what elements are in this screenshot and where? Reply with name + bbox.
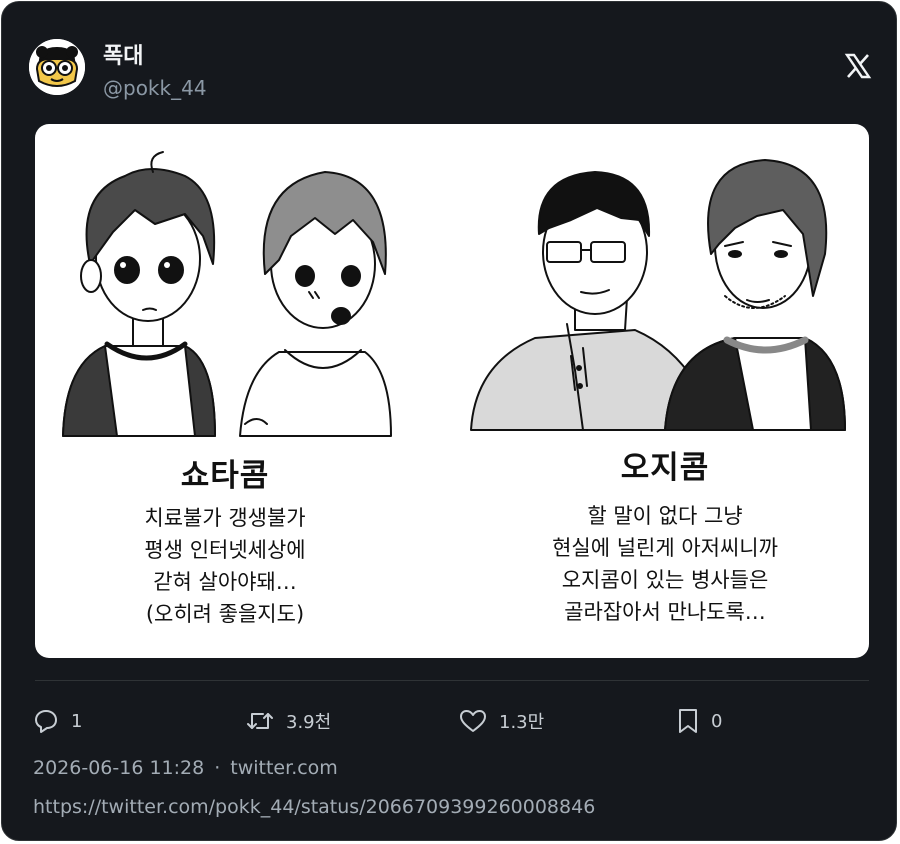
reply-count: 1 [71, 710, 83, 732]
like-button[interactable]: 1.3만 [459, 706, 544, 736]
comic-image[interactable]: 쇼타콤 치료불가 갱생불가 평생 인터넷세상에 갇혀 살아야돼… (오히려 좋을… [35, 124, 869, 658]
left-caption-line: 평생 인터넷세상에 [144, 538, 306, 562]
source-link[interactable]: twitter.com [230, 757, 338, 779]
bookmark-count: 0 [711, 710, 723, 732]
author-handle[interactable]: @pokk_44 [103, 76, 207, 100]
author-name[interactable]: 폭대 [103, 38, 143, 70]
left-caption-title: 쇼타콤 [180, 458, 270, 494]
right-caption-line: 골라잡아서 만나도록… [564, 600, 766, 624]
retweet-button[interactable]: 3.9천 [246, 706, 331, 736]
tweet-meta: 2026-06-16 11:28 · twitter.com [33, 757, 348, 779]
retweet-count: 3.9천 [286, 712, 332, 733]
left-caption-line: (오히려 좋을지도) [145, 602, 305, 626]
bookmark-button[interactable]: 0 [677, 706, 722, 736]
timestamp[interactable]: 2026-06-16 11:28 [33, 757, 204, 779]
left-caption-line: 갇혀 살아야돼… [153, 570, 297, 594]
retweet-icon [247, 713, 273, 729]
right-caption-title: 오지콤 [620, 450, 710, 486]
x-logo-icon[interactable] [844, 52, 872, 80]
like-count: 1.3만 [499, 712, 545, 733]
heart-icon [460, 710, 486, 732]
bookmark-icon [679, 709, 697, 733]
meta-separator: · [214, 757, 221, 779]
cartoon-avatar-icon [29, 39, 85, 95]
left-caption-lines: 치료불가 갱생불가 평생 인터넷세상에 갇혀 살아야돼… (오히려 좋을지도) [75, 502, 375, 630]
reply-button[interactable]: 1 [33, 706, 82, 736]
tweet-card: 폭대 @pokk_44 쇼타콤 치료불가 갱생불가 평생 인터넷세상에 갇혀 살… [1, 1, 897, 841]
right-caption-line: 현실에 널린게 아저씨니까 [552, 536, 778, 560]
left-caption-line: 치료불가 갱생불가 [144, 506, 306, 530]
right-caption-line: 할 말이 없다 그냥 [587, 504, 743, 528]
right-caption-line: 오지콤이 있는 병사들은 [561, 568, 769, 592]
avatar[interactable] [29, 39, 85, 95]
right-caption-lines: 할 말이 없다 그냥 현실에 널린게 아저씨니까 오지콤이 있는 병사들은 골라… [475, 500, 855, 628]
reply-icon [35, 710, 57, 733]
divider [35, 680, 869, 681]
tweet-url[interactable]: https://twitter.com/pokk_44/status/20667… [33, 796, 595, 818]
